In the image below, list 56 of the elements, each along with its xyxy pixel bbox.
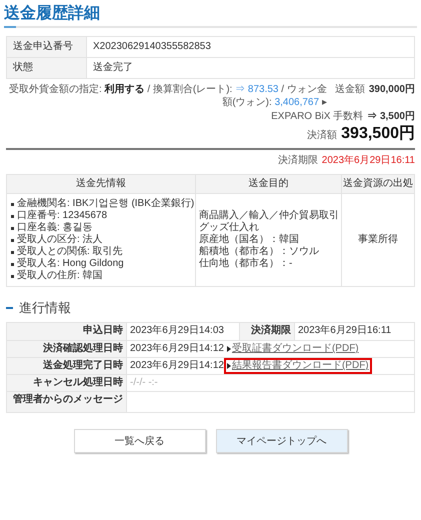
purpose-line: 仕向地（都市名）：-	[199, 258, 294, 270]
row-value: 2023年6月29日16:11	[297, 324, 392, 338]
deadline-label: 決済期限	[278, 154, 318, 168]
column-header: 送金資源の出処	[341, 175, 414, 193]
row-label: キャンセル処理日時	[7, 375, 127, 391]
row-value: 2023年6月29日14:03	[129, 324, 225, 338]
purpose-line: 船積地（都市名）：ソウル	[199, 246, 320, 258]
section-heading: 進行情報	[19, 299, 71, 317]
fee-label: EXPARO BiX 手数料	[271, 110, 364, 123]
play-icon	[226, 363, 231, 369]
row-value: 2023年6月29日14:12	[130, 360, 224, 372]
recipient-detail: 金融機関名: IBK기업은행 (IBK企業銀行)	[17, 198, 194, 210]
bullet-icon	[11, 263, 14, 266]
recipient-detail: 受取人の住所: 韓国	[17, 270, 103, 282]
row-label: 管理者からのメッセージ	[7, 392, 127, 412]
row-value: 送金完了	[92, 60, 134, 75]
bullet-icon	[11, 227, 14, 230]
amount-value: 390,000円	[368, 83, 415, 96]
row-label: 送金処理完了日時	[7, 358, 127, 374]
deadline-value: 2023年6月29日16:11	[322, 154, 415, 168]
row-value: 2023年6月29日14:12	[130, 343, 224, 355]
total-value: 393,500円	[341, 124, 415, 144]
play-icon	[226, 346, 231, 352]
column-header: 送金先情報	[75, 176, 127, 191]
bullet-icon	[11, 215, 14, 218]
nav-button[interactable]: 一覧へ戻る	[74, 429, 206, 453]
download-link[interactable]: 結果報告書ダウンロード(PDF)	[226, 360, 370, 372]
purpose-line: 原産地（国名）：韓国	[199, 234, 300, 246]
bullet-icon	[11, 203, 14, 206]
recipient-detail: 受取人の区分: 法人	[17, 234, 103, 246]
row-label: 送金申込番号	[7, 37, 87, 57]
page-title: 送金履歴詳細	[4, 3, 101, 24]
download-link[interactable]: 受取証書ダウンロード(PDF)	[226, 343, 360, 355]
column-header: 送金目的	[195, 175, 341, 193]
purpose-line: 商品購入／輸入／仲介貿易取引	[199, 210, 338, 222]
bullet-icon	[11, 251, 14, 254]
recipient-detail: 受取人との関係: 取引先	[17, 246, 123, 258]
total-label: 決済額	[307, 129, 338, 142]
fund-source: 事業所得	[358, 234, 398, 246]
exchange-summary: 受取外貨金額の指定: 利用する / 換算割合(レート): ⇒ 873.53 / ウォン金額(ウォン): 3,406,767 ▸	[8, 83, 327, 109]
row-value: X20230629140355582853	[92, 40, 212, 54]
amount-label: 送金額	[334, 83, 365, 96]
bullet-icon	[11, 275, 14, 278]
nav-button[interactable]: マイページトップへ	[216, 429, 348, 453]
fee-value: ⇒ 3,500円	[367, 110, 415, 123]
recipient-detail: 口座番号: 12345678	[17, 210, 108, 222]
row-label: 状態	[7, 58, 87, 78]
bullet-icon	[11, 239, 14, 242]
row-label: 決済確認処理日時	[7, 341, 127, 357]
row-value: -/-/- -:-	[129, 376, 159, 390]
recipient-detail: 口座名義: 홍길동	[17, 222, 93, 234]
row-label: 決済期限	[239, 323, 295, 340]
row-label: 申込日時	[7, 323, 127, 340]
heading-dash-icon	[6, 307, 13, 309]
purpose-line: グッズ仕入れ	[199, 222, 260, 234]
recipient-detail: 受取人名: Hong Gildong	[17, 258, 124, 270]
